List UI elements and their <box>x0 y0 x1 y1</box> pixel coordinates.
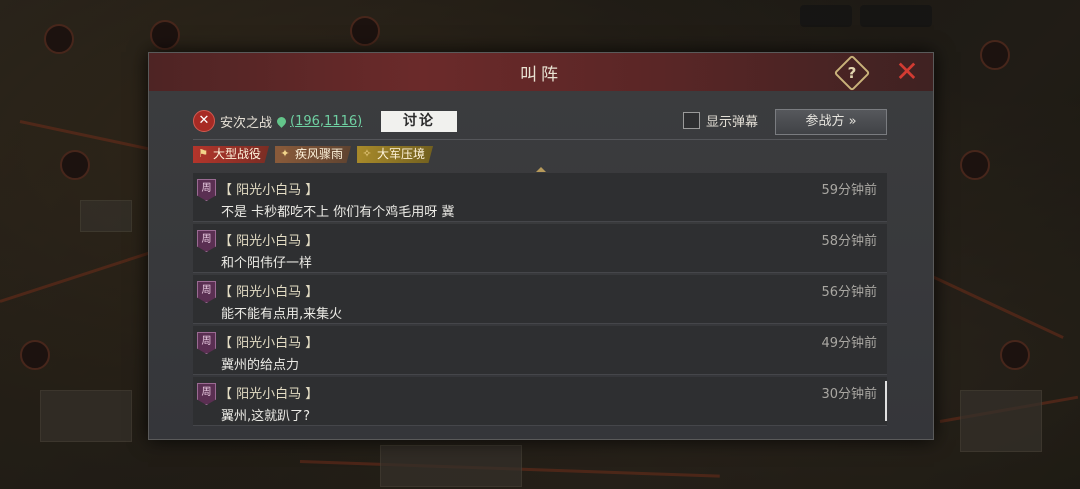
message-user[interactable]: 【 阳光小白马 】 <box>219 332 318 351</box>
army-icon: ✧ <box>362 147 372 160</box>
faction-badge: 周 <box>197 383 216 405</box>
danmaku-label: 显示弹幕 <box>706 115 759 130</box>
close-button[interactable]: ✕ <box>893 58 921 86</box>
battle-name: 安次之战 <box>220 115 273 131</box>
discuss-button[interactable]: 讨论 <box>381 111 457 132</box>
message-user[interactable]: 【 阳光小白马 】 <box>219 281 318 300</box>
message-text: 能不能有点用,来集火 <box>221 307 343 322</box>
danmaku-toggle[interactable]: 显示弹幕 <box>683 111 758 130</box>
faction-badge: 周 <box>197 179 216 201</box>
dialog-header: 叫阵 ? ✕ <box>149 53 933 92</box>
battle-x-icon: ✕ <box>193 110 215 132</box>
tag-large-battle: ⚑ 大型战役 <box>193 146 270 163</box>
message-time: 59分钟前 <box>821 183 877 198</box>
dialog-title: 叫阵 <box>520 65 562 85</box>
location-pin-icon <box>275 114 288 128</box>
scrollbar[interactable] <box>885 381 887 421</box>
list-item: 周 【 阳光小白马 】 58分钟前 和个阳伟仔一样 <box>193 224 887 273</box>
flag-icon: ⚑ <box>198 147 208 160</box>
battle-tags: ⚑ 大型战役 ✦ 疾风骤雨 ✧ 大军压境 <box>193 146 434 163</box>
message-time: 49分钟前 <box>821 336 877 351</box>
list-item: 周 【 阳光小白马 】 49分钟前 冀州的给点力 <box>193 326 887 375</box>
danmaku-checkbox[interactable] <box>683 112 700 129</box>
tag-storm: ✦ 疾风骤雨 <box>275 146 352 163</box>
challenge-dialog: 叫阵 ? ✕ ✕ 安次之战 (196,1116) 讨论 显示弹幕 参战方 » ⚑… <box>148 52 934 440</box>
message-time: 58分钟前 <box>821 234 877 249</box>
wind-icon: ✦ <box>280 147 290 160</box>
tag-army: ✧ 大军压境 <box>357 146 434 163</box>
list-item: 周 【 阳光小白马 】 59分钟前 不是 卡秒都吃不上 你们有个鸡毛用呀 冀 <box>193 173 887 222</box>
list-item: 周 【 阳光小白马 】 30分钟前 翼州,这就趴了? <box>193 377 887 426</box>
faction-badge: 周 <box>197 281 216 303</box>
message-user[interactable]: 【 阳光小白马 】 <box>219 179 318 198</box>
message-text: 和个阳伟仔一样 <box>221 256 313 271</box>
question-icon: ? <box>847 64 857 82</box>
message-text: 冀州的给点力 <box>221 358 300 373</box>
message-list[interactable]: 周 【 阳光小白马 】 59分钟前 不是 卡秒都吃不上 你们有个鸡毛用呀 冀 周… <box>193 173 887 426</box>
message-user[interactable]: 【 阳光小白马 】 <box>219 383 318 402</box>
caret-up-icon <box>536 167 546 172</box>
message-text: 翼州,这就趴了? <box>221 409 311 424</box>
message-user[interactable]: 【 阳光小白马 】 <box>219 230 318 249</box>
battle-coords-link[interactable]: (196,1116) <box>290 114 362 129</box>
participants-button[interactable]: 参战方 » <box>775 109 887 135</box>
message-time: 30分钟前 <box>821 387 877 402</box>
list-item: 周 【 阳光小白马 】 56分钟前 能不能有点用,来集火 <box>193 275 887 324</box>
battle-info: ✕ 安次之战 (196,1116) <box>193 110 362 132</box>
divider <box>193 139 887 140</box>
message-text: 不是 卡秒都吃不上 你们有个鸡毛用呀 冀 <box>221 205 455 220</box>
faction-badge: 周 <box>197 230 216 252</box>
faction-badge: 周 <box>197 332 216 354</box>
message-time: 56分钟前 <box>821 285 877 300</box>
